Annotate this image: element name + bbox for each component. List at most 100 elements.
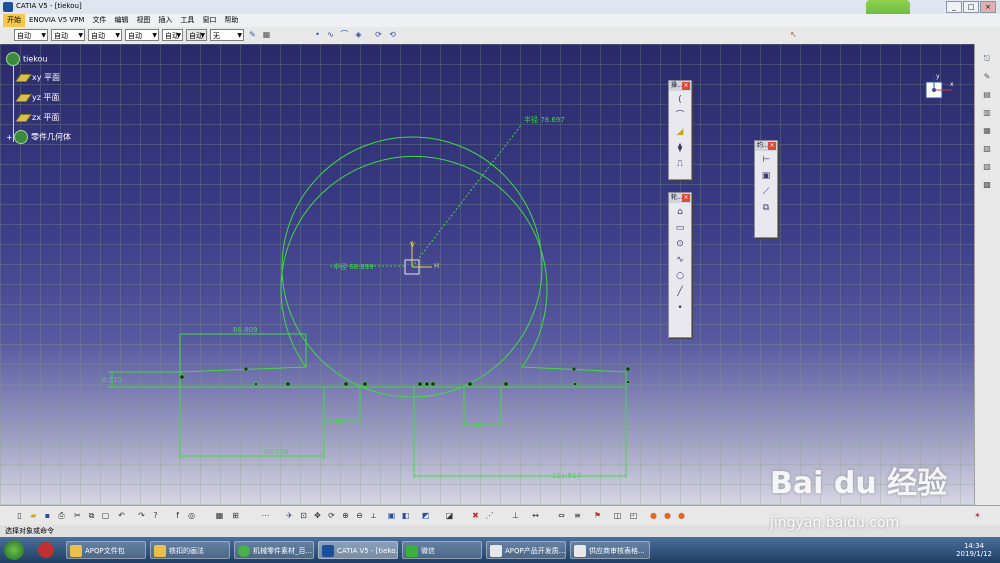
new-icon[interactable]: ▯ bbox=[14, 511, 25, 521]
cursor-icon[interactable]: ↖ bbox=[788, 30, 799, 40]
taskbar-item-tiekou[interactable]: 铁扣的画法 bbox=[150, 541, 230, 559]
photo-icon[interactable]: ◰ bbox=[628, 511, 639, 521]
browser-icon[interactable] bbox=[38, 542, 54, 558]
fix-icon[interactable]: ▣ bbox=[758, 169, 774, 183]
taskbar-item-browser[interactable]: 机械零件素材_百... bbox=[234, 541, 314, 559]
none-combo[interactable]: 无 ▼ bbox=[210, 29, 244, 41]
hide-show-icon[interactable]: ◪ bbox=[444, 511, 455, 521]
minimize-button[interactable]: _ bbox=[946, 1, 962, 13]
arc-icon[interactable]: ( bbox=[672, 93, 688, 107]
pad-icon[interactable]: ▤ bbox=[981, 90, 993, 101]
analysis-icon[interactable]: ⇔ bbox=[556, 511, 567, 521]
iso-view-icon[interactable]: ◧ bbox=[400, 511, 411, 521]
copy-icon[interactable]: ⧉ bbox=[86, 511, 97, 521]
line-icon[interactable]: ╱ bbox=[672, 285, 688, 299]
apply-material-icon[interactable]: ◫ bbox=[612, 511, 623, 521]
shaft-icon[interactable]: ▦ bbox=[981, 126, 993, 137]
constraint-icon[interactable]: ⎍ bbox=[672, 157, 688, 171]
sketch-icon[interactable]: ✎ bbox=[981, 72, 993, 83]
left-width-dim[interactable]: 66.809 bbox=[233, 326, 258, 334]
taskbar-clock[interactable]: 14:34 2019/1/12 bbox=[956, 542, 992, 558]
menu-help[interactable]: 帮助 bbox=[220, 14, 242, 27]
outer-profile[interactable] bbox=[179, 155, 627, 388]
taskbar-item-apqp-doc[interactable]: APQP产品开发质... bbox=[486, 541, 566, 559]
render-a-icon[interactable]: ● bbox=[648, 511, 659, 521]
point-icon[interactable]: • bbox=[672, 301, 688, 315]
profile-icon[interactable]: ⌂ bbox=[672, 205, 688, 219]
compass-axis-icon[interactable]: y x bbox=[924, 72, 956, 102]
undo-icon[interactable]: ↶ bbox=[116, 511, 127, 521]
refresh-icon[interactable]: ⟳ bbox=[373, 30, 384, 40]
menu-tools[interactable]: 工具 bbox=[176, 14, 198, 27]
sketch-canvas[interactable]: H V 半径 78.697 半径 68.899 66.809 8.515 68.… bbox=[0, 44, 974, 505]
outer-radius-dim[interactable]: 半径 78.697 bbox=[524, 115, 565, 124]
constraint-panel[interactable]: 约... × ⊢ ▣ ⟋ ⧉ bbox=[754, 140, 778, 238]
rotate-icon[interactable]: ⟳ bbox=[326, 511, 337, 521]
menu-edit[interactable]: 编辑 bbox=[110, 14, 132, 27]
zoom-in-icon[interactable]: ⊕ bbox=[340, 511, 351, 521]
mirror-icon[interactable]: ⧫ bbox=[672, 141, 688, 155]
close-icon[interactable]: × bbox=[682, 82, 690, 90]
rib-icon[interactable]: ▩ bbox=[981, 180, 993, 191]
close-button[interactable]: × bbox=[980, 1, 996, 13]
normal-view-icon[interactable]: ⟂ bbox=[368, 511, 379, 521]
snap-icon[interactable]: ⋯ bbox=[260, 511, 271, 521]
constraint-panel-header[interactable]: 约... × bbox=[755, 141, 777, 151]
dimensional-constraint-icon[interactable]: ↔ bbox=[530, 511, 541, 521]
menu-window[interactable]: 窗口 bbox=[198, 14, 220, 27]
start-button[interactable] bbox=[4, 540, 24, 560]
ellipse-icon[interactable]: ○ bbox=[672, 269, 688, 283]
hole-icon[interactable]: ▨ bbox=[981, 162, 993, 173]
rect-icon[interactable]: ▭ bbox=[672, 221, 688, 235]
gap-left-dim[interactable]: 29.300 bbox=[322, 418, 347, 426]
auto-icon[interactable]: ⧉ bbox=[758, 201, 774, 215]
paint-icon[interactable]: ✎ bbox=[247, 30, 258, 40]
render-c-icon[interactable]: ● bbox=[676, 511, 687, 521]
surface-icon[interactable]: ⌒ bbox=[339, 30, 350, 40]
fit-all-icon[interactable]: ⊡ bbox=[298, 511, 309, 521]
bottom-left-dim[interactable]: 68.538 bbox=[264, 448, 289, 456]
fly-icon[interactable]: ✈ bbox=[284, 511, 295, 521]
sketcher-grid-icon[interactable]: ⊞ bbox=[230, 511, 241, 521]
spline-icon[interactable]: ∿ bbox=[672, 253, 688, 267]
geometric-constraint-icon[interactable]: ⊥ bbox=[510, 511, 521, 521]
properties-icon[interactable]: ▦ bbox=[261, 30, 272, 40]
menu-enovia[interactable]: ENOVIA V5 VPM bbox=[25, 14, 88, 27]
exit-sketch-icon[interactable]: ⎋ bbox=[981, 54, 993, 65]
anim-icon[interactable]: ⟋ bbox=[758, 185, 774, 199]
sketch-solving-icon[interactable]: ≡ bbox=[572, 511, 583, 521]
close-icon[interactable]: × bbox=[768, 142, 776, 150]
linewidth-combo[interactable]: 自动 ▼ bbox=[88, 29, 122, 41]
cut-icon[interactable]: ✂ bbox=[72, 511, 83, 521]
open-icon[interactable]: ▰ bbox=[28, 511, 39, 521]
print-icon[interactable]: ⎙ bbox=[56, 511, 67, 521]
fillet-icon[interactable]: ◢ bbox=[672, 125, 688, 139]
curve-icon[interactable]: ∿ bbox=[325, 30, 336, 40]
measure-icon[interactable]: ⚑ bbox=[592, 511, 603, 521]
zoom-out-icon[interactable]: ⊖ bbox=[354, 511, 365, 521]
profile-panel[interactable]: 轮... × ⌂ ▭ ⊙ ∿ ○ ╱ • bbox=[668, 192, 692, 338]
pan-icon[interactable]: ✥ bbox=[312, 511, 323, 521]
taskbar-item-wechat[interactable]: 微信 bbox=[402, 541, 482, 559]
formula-icon[interactable]: f bbox=[172, 511, 183, 521]
operations-panel[interactable]: 操... × ( ⌒ ◢ ⧫ ⎍ bbox=[668, 80, 692, 180]
menu-start[interactable]: 开始 bbox=[3, 14, 25, 27]
rendering-combo[interactable]: 自动 ▼ bbox=[186, 29, 207, 41]
taskbar-item-apqp[interactable]: APQP文件包 bbox=[66, 541, 146, 559]
transparency-combo[interactable]: 自动 ▼ bbox=[51, 29, 85, 41]
table-icon[interactable]: ▦ bbox=[214, 511, 225, 521]
render-style-icon[interactable]: ◩ bbox=[420, 511, 431, 521]
linetype-combo[interactable]: 自动 ▼ bbox=[125, 29, 159, 41]
profile-panel-header[interactable]: 轮... × bbox=[669, 193, 691, 203]
menu-view[interactable]: 视图 bbox=[132, 14, 154, 27]
3d-viewport[interactable]: tiekou xy 平面 yz 平面 zx 平面 + 零件几何体 H V 半径 7… bbox=[0, 44, 974, 505]
redo-icon[interactable]: ↷ bbox=[136, 511, 147, 521]
maximize-button[interactable]: □ bbox=[963, 1, 979, 13]
paste-icon[interactable]: ▢ bbox=[100, 511, 111, 521]
solid-icon[interactable]: ◈ bbox=[353, 30, 364, 40]
operations-panel-header[interactable]: 操... × bbox=[669, 81, 691, 91]
color-combo[interactable]: 自动 ▼ bbox=[14, 29, 48, 41]
pocket-icon[interactable]: ▥ bbox=[981, 108, 993, 119]
bottom-right-dim[interactable]: 111.517 bbox=[552, 472, 581, 480]
render-b-icon[interactable]: ● bbox=[662, 511, 673, 521]
